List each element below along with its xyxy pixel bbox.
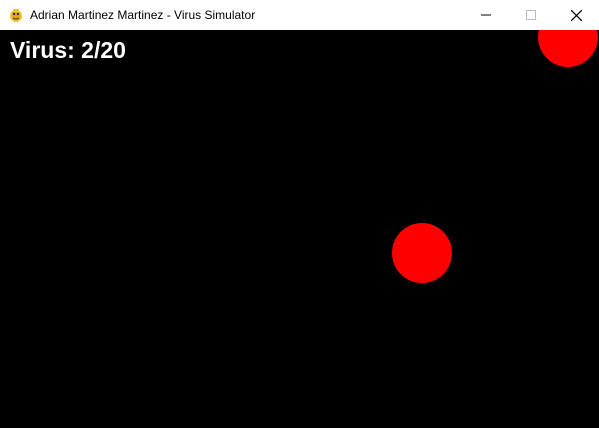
virus-counter: Virus: 2/20	[10, 37, 126, 63]
maximize-button[interactable]	[508, 0, 554, 30]
virus-particle	[392, 223, 452, 283]
close-icon	[570, 9, 582, 21]
maximize-icon	[526, 10, 536, 20]
close-button[interactable]	[553, 0, 599, 30]
title-bar[interactable]: Adrian Martinez Martinez - Virus Simulat…	[0, 0, 599, 30]
window-title: Adrian Martinez Martinez - Virus Simulat…	[30, 8, 256, 22]
game-canvas[interactable]: Virus: 2/20	[0, 30, 599, 428]
minimize-icon	[481, 14, 491, 16]
minimize-button[interactable]	[463, 0, 509, 30]
virus-particle	[538, 30, 598, 67]
app-window: Adrian Martinez Martinez - Virus Simulat…	[0, 0, 599, 428]
pygame-snake-icon	[10, 9, 22, 22]
